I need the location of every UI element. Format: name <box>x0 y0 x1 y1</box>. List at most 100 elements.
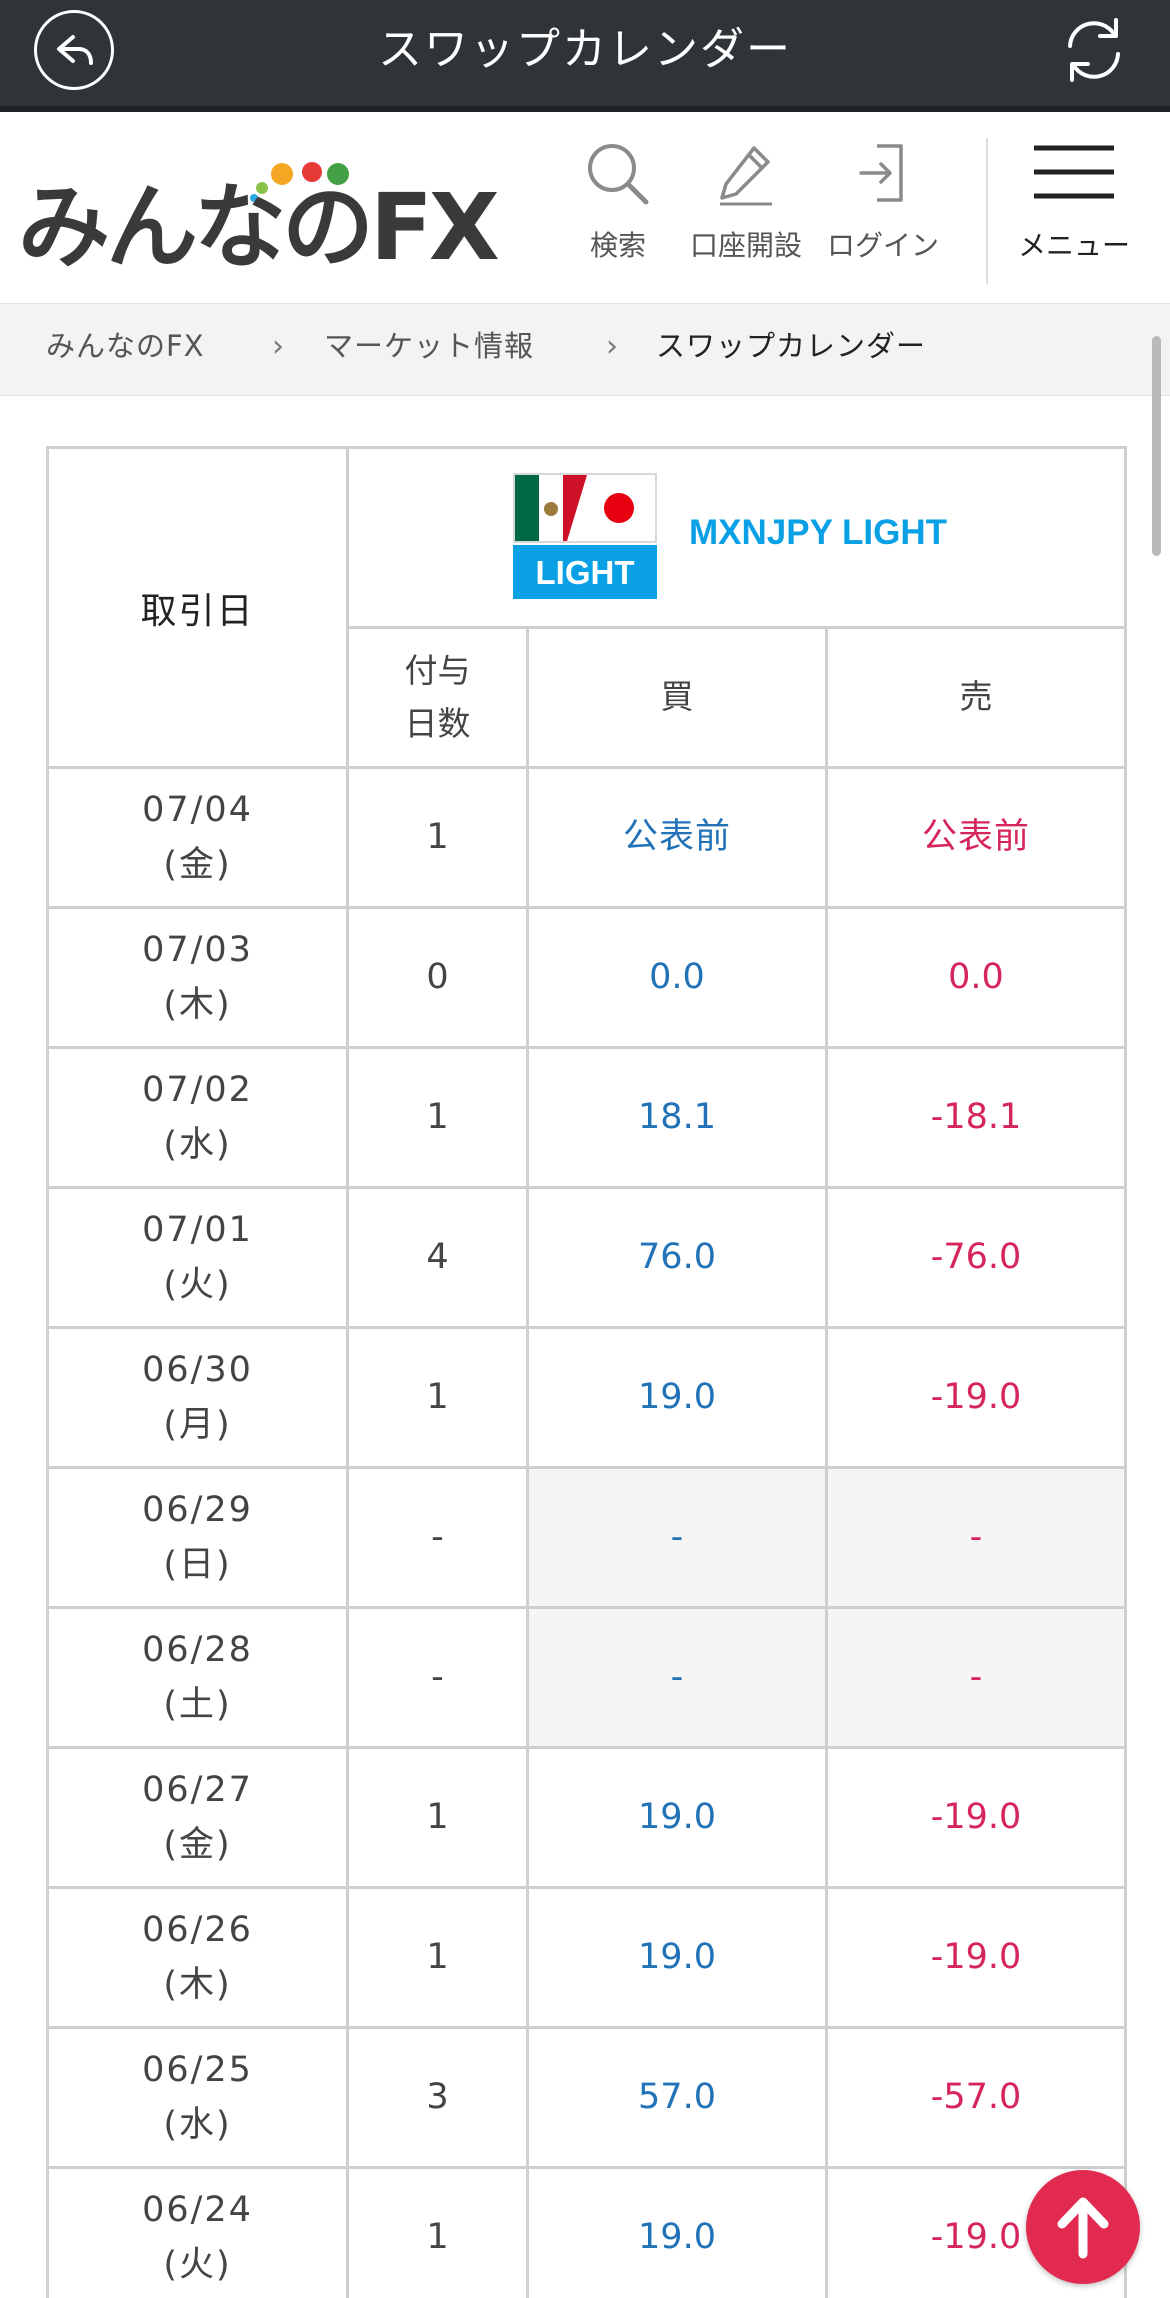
row-buy: 19.0 <box>526 1326 828 1469</box>
app-bar: スワップカレンダー <box>0 0 1170 112</box>
pair-name: MXNJPY LIGHT <box>689 512 948 552</box>
pencil-icon <box>720 146 772 206</box>
row-days: 1 <box>346 1886 529 2029</box>
row-sell: -76.0 <box>825 1186 1127 1329</box>
row-days: 4 <box>346 1186 529 1329</box>
swap-calendar-table: 取引日 LIGHT MXNJPY LIGHT 付与 日数 買 売 07/04 (… <box>46 446 1127 2298</box>
scrollbar[interactable] <box>1152 336 1161 556</box>
row-buy: 19.0 <box>526 1886 828 2029</box>
row-weekday: (木) <box>163 1964 232 2005</box>
table-row: 06/24 (火) 1 19.0 -19.0 <box>46 2166 1127 2298</box>
row-sell: -19.0 <box>825 1886 1127 2029</box>
row-date: 06/28 <box>142 1630 253 1671</box>
row-weekday: (土) <box>163 1684 232 1725</box>
row-buy: - <box>526 1606 828 1749</box>
row-weekday: (火) <box>163 1264 232 1305</box>
row-days: - <box>346 1466 529 1609</box>
grant-days-header: 付与 日数 <box>346 626 529 769</box>
table-row: 07/04 (金) 1 公表前 公表前 <box>46 766 1127 909</box>
table-row: 06/30 (月) 1 19.0 -19.0 <box>46 1326 1127 1469</box>
logo-text: みんなのFX <box>18 174 500 281</box>
table-row: 06/29 (日) - - - <box>46 1466 1127 1609</box>
breadcrumb-home-link[interactable]: みんなのFX <box>46 304 205 388</box>
row-days: 1 <box>346 1326 529 1469</box>
row-date: 06/26 <box>142 1910 253 1951</box>
row-days: 3 <box>346 2026 529 2169</box>
mexico-japan-flag-icon <box>513 472 657 543</box>
light-badge: LIGHT <box>513 544 657 599</box>
table-row: 06/25 (水) 3 57.0 -57.0 <box>46 2026 1127 2169</box>
pair-badge: LIGHT <box>513 472 657 599</box>
hamburger-menu-icon <box>1034 145 1114 199</box>
row-buy: 公表前 <box>526 766 828 909</box>
row-date: 07/01 <box>142 1210 253 1251</box>
row-buy: 57.0 <box>526 2026 828 2169</box>
row-sell: -19.0 <box>825 1326 1127 1469</box>
breadcrumb-separator: › <box>272 329 284 364</box>
currency-pair-header: LIGHT MXNJPY LIGHT <box>346 446 1127 629</box>
row-days: 1 <box>346 2166 529 2298</box>
row-weekday: (水) <box>163 1124 232 1165</box>
row-sell: 公表前 <box>825 766 1127 909</box>
page-title: スワップカレンダー <box>378 24 792 75</box>
row-buy: 18.1 <box>526 1046 828 1189</box>
row-date: 07/03 <box>142 930 253 971</box>
row-weekday: (月) <box>163 1404 232 1445</box>
header-divider <box>986 138 988 284</box>
row-weekday: (水) <box>163 2104 232 2145</box>
row-sell: - <box>825 1606 1127 1749</box>
row-days: 1 <box>346 1746 529 1889</box>
row-weekday: (木) <box>163 984 232 1025</box>
arrow-up-icon <box>1057 2197 1109 2259</box>
table-row: 07/02 (水) 1 18.1 -18.1 <box>46 1046 1127 1189</box>
search-icon <box>588 144 649 205</box>
menu-label: メニュー <box>1017 229 1130 262</box>
row-sell: -18.1 <box>825 1046 1127 1189</box>
row-sell: 0.0 <box>825 906 1127 1049</box>
row-date: 06/30 <box>142 1350 253 1391</box>
trade-date-header: 取引日 <box>46 446 349 769</box>
row-weekday: (火) <box>163 2244 232 2285</box>
search-label: 検索 <box>589 229 646 262</box>
row-date: 07/04 <box>142 790 253 831</box>
scroll-to-top-button[interactable] <box>1026 2170 1140 2284</box>
row-date: 06/29 <box>142 1490 253 1531</box>
row-days: 0 <box>346 906 529 1049</box>
site-logo[interactable]: みんなのFX <box>18 158 500 278</box>
search-button[interactable]: 検索 <box>578 142 658 282</box>
row-date: 06/27 <box>142 1770 253 1811</box>
grant-days-label: 付与 日数 <box>404 650 471 743</box>
row-buy: - <box>526 1466 828 1609</box>
refresh-icon <box>1068 18 1120 82</box>
table-row: 07/03 (木) 0 0.0 0.0 <box>46 906 1127 1049</box>
row-buy: 76.0 <box>526 1186 828 1329</box>
table-row: 06/28 (土) - - - <box>46 1606 1127 1749</box>
row-weekday: (金) <box>163 1824 232 1865</box>
open-account-label: 口座開設 <box>689 229 802 262</box>
login-label: ログイン <box>826 229 939 262</box>
row-days: 1 <box>346 1046 529 1189</box>
row-weekday: (日) <box>163 1544 232 1585</box>
breadcrumb-separator: › <box>606 329 618 364</box>
table-row: 06/27 (金) 1 19.0 -19.0 <box>46 1746 1127 1889</box>
breadcrumb: みんなのFX › マーケット情報 › スワップカレンダー <box>0 304 1170 396</box>
row-date: 06/24 <box>142 2190 253 2231</box>
login-icon <box>859 144 903 202</box>
row-sell: -57.0 <box>825 2026 1127 2169</box>
row-buy: 19.0 <box>526 2166 828 2298</box>
login-button[interactable]: ログイン <box>826 142 940 282</box>
row-sell: -19.0 <box>825 1746 1127 1889</box>
table-row: 06/26 (木) 1 19.0 -19.0 <box>46 1886 1127 2029</box>
row-date: 07/02 <box>142 1070 253 1111</box>
row-days: - <box>346 1606 529 1749</box>
table-row: 07/01 (火) 4 76.0 -76.0 <box>46 1186 1127 1329</box>
row-days: 1 <box>346 766 529 909</box>
row-buy: 19.0 <box>526 1746 828 1889</box>
site-header: みんなのFX 検索 口座開設 ログイン メニュー <box>0 112 1170 304</box>
menu-button[interactable]: メニュー <box>1012 142 1136 282</box>
open-account-button[interactable]: 口座開設 <box>686 142 806 282</box>
row-date: 06/25 <box>142 2050 253 2091</box>
refresh-button[interactable] <box>1052 8 1136 92</box>
row-sell: - <box>825 1466 1127 1609</box>
breadcrumb-market-link[interactable]: マーケット情報 <box>324 304 534 388</box>
